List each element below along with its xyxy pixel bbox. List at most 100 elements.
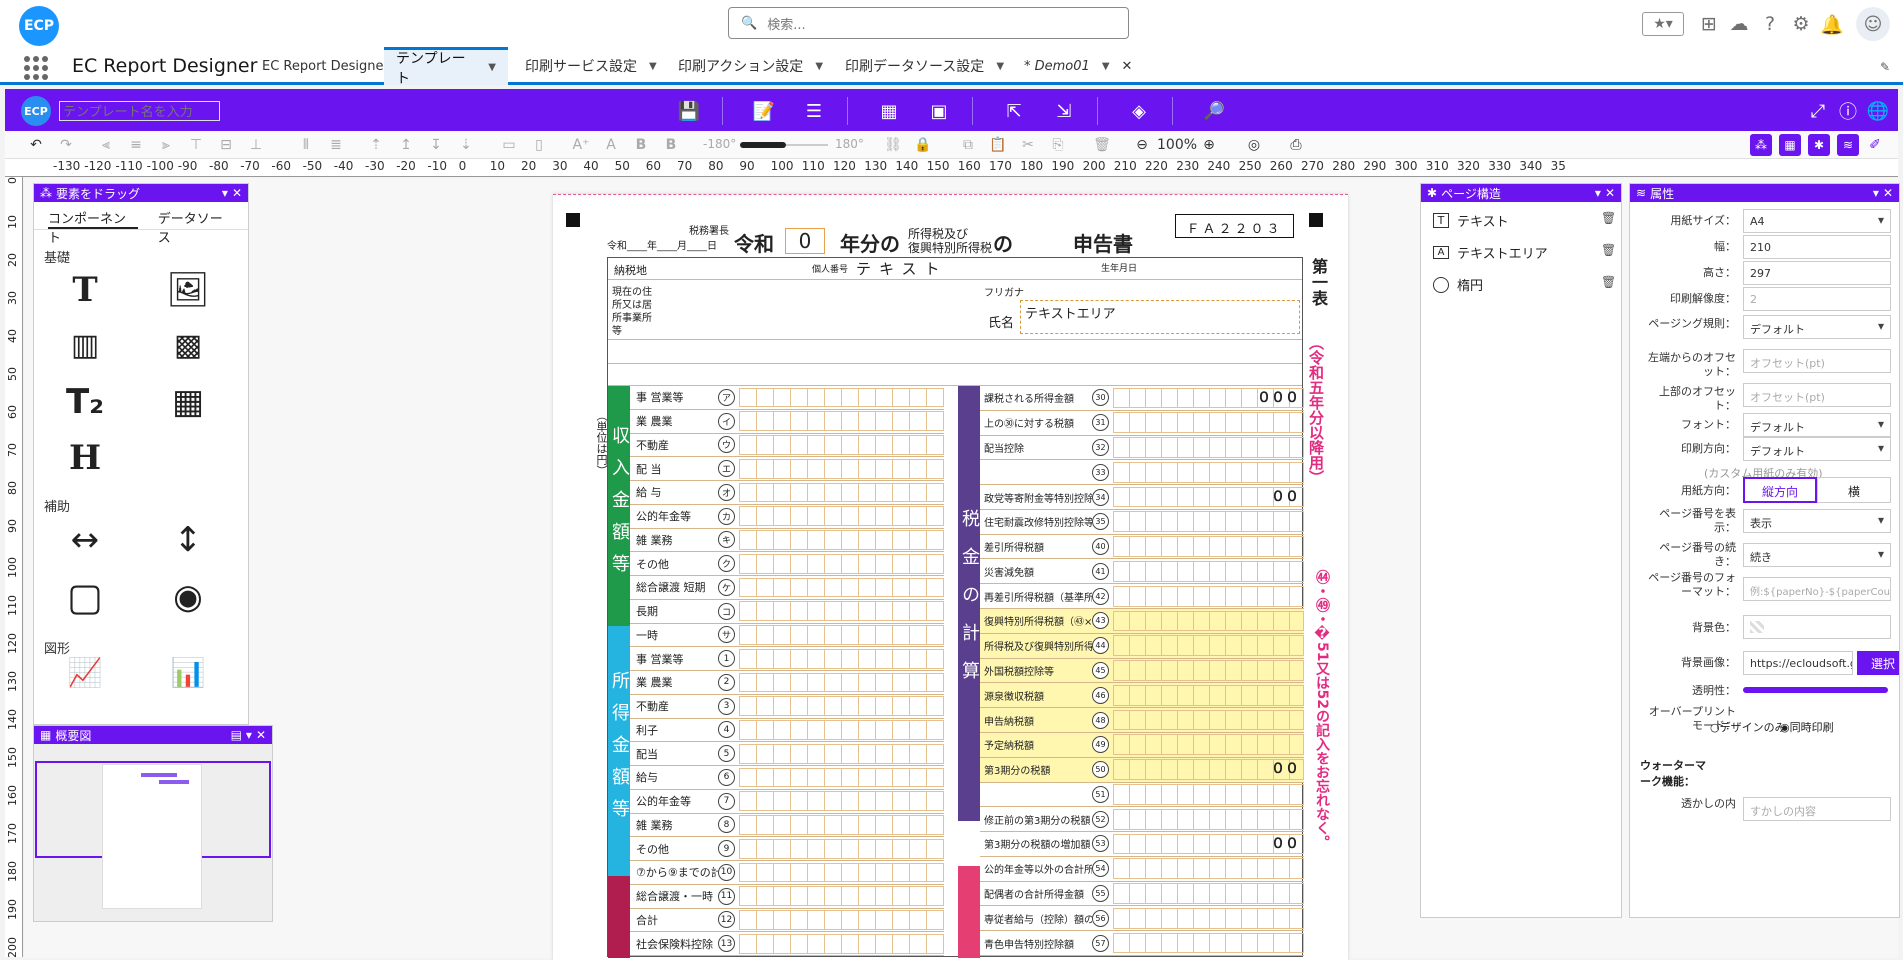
chevron-down-icon[interactable]: ▾ <box>246 728 252 742</box>
paper-size-select[interactable]: A4 <box>1743 209 1891 233</box>
left-offset-input[interactable]: オフセット(pt) <box>1743 349 1891 373</box>
align-right-icon[interactable]: ⫸ <box>155 134 177 156</box>
amount-boxes[interactable] <box>1113 560 1304 582</box>
watermark-text-input[interactable]: すかしの内容 <box>1743 797 1891 821</box>
close-icon[interactable]: ✕ <box>1883 186 1893 200</box>
form-era-num[interactable]: 0 <box>785 228 825 254</box>
send-bottom-icon[interactable]: ⇣ <box>455 134 477 156</box>
favorites-icon[interactable]: ★▾ <box>1642 12 1684 36</box>
export-icon[interactable]: ⇱ <box>1002 99 1026 123</box>
bar-chart-icon[interactable]: 📊 <box>167 651 209 693</box>
amount-boxes[interactable] <box>739 767 944 788</box>
bg-image-input[interactable]: https://ecloudsoft.gith <box>1743 651 1853 675</box>
amount-boxes[interactable] <box>739 387 944 408</box>
ungroup-icon[interactable]: ▯ <box>528 134 550 156</box>
bring-forward-icon[interactable]: ↥ <box>395 134 417 156</box>
hline-tool-icon[interactable]: ↔ <box>64 519 106 561</box>
page-no-show-select[interactable]: 表示 <box>1743 509 1891 533</box>
opacity-slider[interactable] <box>1743 687 1888 693</box>
textarea-tool-icon[interactable]: T₂ <box>64 381 106 423</box>
copy-icon[interactable]: ⧉ <box>957 134 979 156</box>
amount-boxes[interactable]: ０００ <box>1113 387 1304 409</box>
amount-boxes[interactable] <box>739 648 944 669</box>
overprint-design-only[interactable]: ○デザインのみ <box>1710 719 1786 735</box>
amount-boxes[interactable] <box>1113 808 1304 830</box>
amount-boxes[interactable] <box>1113 883 1304 904</box>
rotate-slider[interactable] <box>740 142 786 148</box>
amount-boxes[interactable] <box>739 696 944 716</box>
lock-icon[interactable]: 🔒 <box>912 134 934 156</box>
print-dir-select[interactable]: デフォルト <box>1743 437 1891 461</box>
amount-boxes[interactable] <box>739 435 944 455</box>
panel-toggle-3[interactable]: ✱ <box>1808 134 1830 156</box>
amount-boxes[interactable] <box>739 838 944 859</box>
amount-boxes[interactable] <box>1113 734 1304 756</box>
chevron-down-icon[interactable]: ▾ <box>1873 186 1879 200</box>
nav-tab-demo01[interactable]: * Demo01 ▼ ✕ <box>1012 47 1144 85</box>
amount-boxes[interactable] <box>739 743 944 764</box>
bg-color-picker[interactable] <box>1743 615 1891 639</box>
text-tool-icon[interactable]: T <box>64 269 106 311</box>
align-middle-icon[interactable]: ⊟ <box>215 134 237 156</box>
amount-boxes[interactable] <box>1113 907 1304 929</box>
amount-boxes[interactable] <box>739 886 944 906</box>
amount-boxes[interactable] <box>1113 709 1304 731</box>
amount-boxes[interactable] <box>1113 412 1304 434</box>
distribute-h-icon[interactable]: ⫴ <box>295 134 317 156</box>
link-icon[interactable]: ⛓ <box>882 134 904 156</box>
width-input[interactable]: 210 <box>1743 235 1891 259</box>
amount-boxes[interactable] <box>1113 536 1304 557</box>
trash-icon[interactable]: 🗑 <box>1601 211 1616 225</box>
user-avatar[interactable]: ☺ <box>1856 7 1890 41</box>
bg-image-select-button[interactable]: 選択 <box>1857 651 1899 675</box>
amount-boxes[interactable]: ００ <box>1113 759 1304 781</box>
add-icon[interactable]: ⊞ <box>1697 12 1721 36</box>
circle-tool-icon[interactable]: ◉ <box>167 576 209 618</box>
image-doc-icon[interactable]: ▣ <box>927 99 951 123</box>
amount-boxes[interactable] <box>1113 660 1304 681</box>
copy-format-icon[interactable]: ⎘ <box>1047 134 1069 156</box>
nav-tab-report-designer[interactable]: EC Report Designer <box>250 47 401 85</box>
layers-icon[interactable]: ◈ <box>1127 99 1151 123</box>
brush-icon[interactable]: ✐ <box>1864 134 1886 156</box>
amount-boxes[interactable] <box>739 577 944 598</box>
paging-select[interactable]: デフォルト <box>1743 315 1891 339</box>
page-no-cont-select[interactable]: 続き <box>1743 543 1891 567</box>
template-name-input[interactable] <box>59 101 220 121</box>
page-no-fmt-input[interactable]: 例:${paperNo}-${paperCount}ページ <box>1743 577 1891 601</box>
amount-boxes[interactable]: ００ <box>1113 833 1304 855</box>
amount-boxes[interactable] <box>1113 610 1304 632</box>
panel-toggle-4[interactable]: ≋ <box>1837 134 1859 156</box>
list-icon[interactable]: ☰ <box>802 99 826 123</box>
amount-boxes[interactable] <box>1113 437 1304 458</box>
amount-boxes[interactable] <box>739 862 944 883</box>
trash-icon[interactable]: 🗑 <box>1601 243 1616 257</box>
tab-datasource[interactable]: データソース <box>158 208 234 246</box>
org-logo[interactable]: ECP <box>19 6 59 46</box>
nav-tab-template[interactable]: テンプレート ▼ <box>384 47 508 87</box>
global-search[interactable]: 🔍 検索... <box>728 7 1129 39</box>
nav-tab-print-service[interactable]: 印刷サービス設定 ▼ <box>513 47 669 85</box>
distribute-v-icon[interactable]: ≣ <box>325 134 347 156</box>
undo-icon[interactable]: ↶ <box>25 134 47 156</box>
amount-boxes[interactable] <box>1113 635 1304 657</box>
amount-boxes[interactable] <box>739 553 944 574</box>
bold-icon[interactable]: B <box>630 134 652 156</box>
print-icon[interactable]: ⎙ <box>1285 134 1307 156</box>
amount-boxes[interactable] <box>1113 932 1304 954</box>
vline-tool-icon[interactable]: ↕ <box>167 519 209 561</box>
help-icon[interactable]: ? <box>1758 12 1782 36</box>
panel-toggle-1[interactable]: ⁂ <box>1750 134 1772 156</box>
fullscreen-icon[interactable]: ⤢ <box>1806 99 1830 123</box>
chevron-down-icon[interactable]: ▾ <box>1595 186 1601 200</box>
amount-boxes[interactable] <box>1113 684 1304 706</box>
resolution-input[interactable]: 2 <box>1743 287 1891 311</box>
structure-item-ellipse[interactable]: 楕円 <box>1433 275 1483 294</box>
line-chart-icon[interactable]: 📈 <box>64 651 106 693</box>
bell-icon[interactable]: 🔔 <box>1820 12 1844 36</box>
barcode-tool-icon[interactable]: ▥ <box>64 324 106 366</box>
amount-boxes[interactable] <box>739 672 944 693</box>
structure-item-text[interactable]: T テキスト <box>1433 211 1509 230</box>
tab-components[interactable]: コンポーネント <box>48 208 138 246</box>
amount-boxes[interactable] <box>1113 585 1304 607</box>
